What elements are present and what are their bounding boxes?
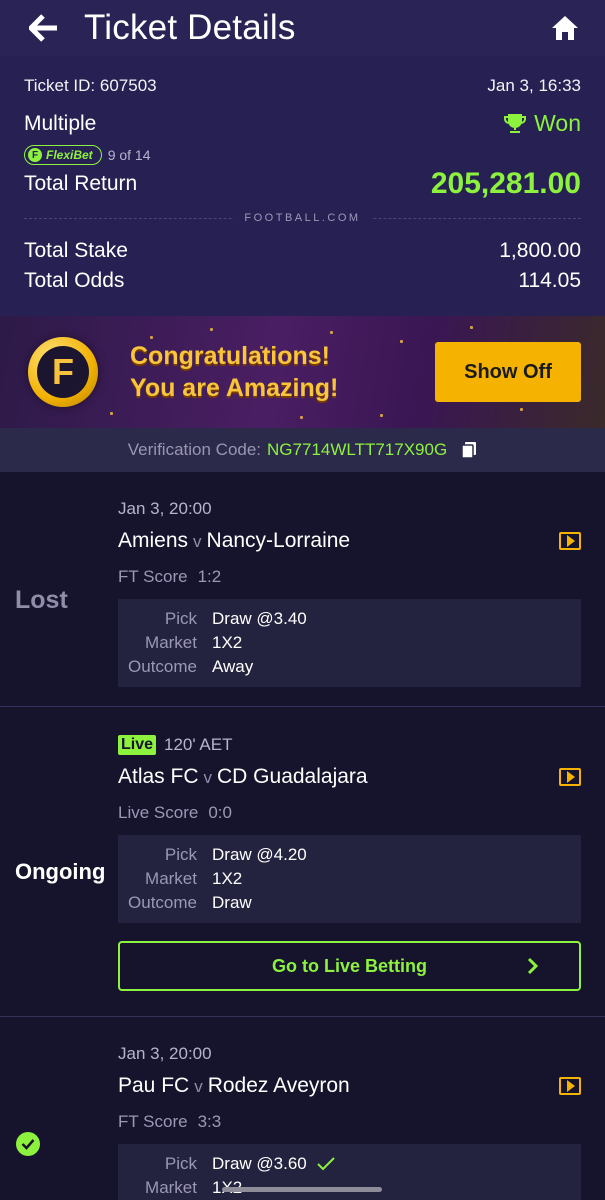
pick-value: Draw @4.20 — [212, 845, 307, 864]
event-teams[interactable]: Amiens v Nancy-Lorraine — [118, 529, 581, 553]
flexibet-icon: F — [28, 148, 42, 162]
total-return-label: Total Return — [24, 172, 138, 195]
versus: v — [194, 1077, 203, 1096]
top-bar: Ticket Details — [0, 0, 605, 56]
away-team: CD Guadalajara — [217, 765, 368, 788]
pick-value: Draw @3.60 — [212, 1154, 307, 1173]
away-team: Rodez Aveyron — [207, 1074, 350, 1097]
versus: v — [193, 532, 202, 551]
live-indicator: Live 120' AET — [118, 735, 581, 755]
flexibet-badge: F FlexiBet — [24, 145, 102, 165]
outcome-value: Draw — [212, 893, 252, 912]
verification-label: Verification Code: — [127, 440, 262, 459]
live-stream-icon[interactable] — [559, 768, 581, 786]
chevron-right-icon — [527, 957, 539, 975]
flexibet-logo-icon: F — [28, 337, 98, 407]
event-card: Jan 3, 20:00 Pau FC v Rodez Aveyron FT Sco… — [0, 1017, 605, 1200]
versus: v — [203, 768, 213, 787]
check-circle-icon — [16, 1132, 40, 1156]
outcome-value: Away — [212, 657, 254, 676]
event-status: Ongoing — [15, 859, 106, 884]
away-team: Nancy-Lorraine — [206, 529, 351, 552]
verification-row: Verification Code: NG7714WLTT717X90G — [0, 428, 605, 472]
event-score: FT Score 3:3 — [118, 1112, 581, 1132]
trophy-icon — [504, 113, 527, 133]
show-off-button[interactable]: Show Off — [435, 342, 581, 402]
watermark-text: FOOTBALL.COM — [234, 212, 371, 224]
total-stake-label: Total Stake — [24, 239, 128, 262]
total-odds-label: Total Odds — [24, 269, 125, 292]
ticket-type: Multiple — [24, 111, 97, 135]
page-title: Ticket Details — [84, 8, 296, 47]
score-label: FT Score — [118, 567, 188, 586]
live-tag: Live — [118, 735, 157, 755]
total-odds-value: 114.05 — [518, 269, 581, 292]
market-label: Market — [145, 869, 197, 888]
event-score: FT Score 1:2 — [118, 567, 581, 587]
event-card: Lost Jan 3, 20:00 Amiens v Nancy-Lorraine … — [0, 472, 605, 707]
result-label: Won — [534, 110, 581, 136]
pick-value-wrap: Draw @3.60 — [212, 1152, 335, 1176]
event-card: Ongoing Live 120' AET Atlas FC v CD Guadal… — [0, 707, 605, 1017]
live-time: 120' AET — [164, 735, 233, 754]
home-team: Pau FC — [118, 1074, 190, 1097]
verification-code: NG7714WLTT717X90G — [267, 440, 448, 459]
congrats-banner: F Congratulations! You are Amazing! Show… — [0, 316, 605, 428]
congrats-text: Congratulations! You are Amazing! — [130, 340, 435, 404]
outcome-label: Outcome — [128, 893, 197, 912]
event-date: Jan 3, 20:00 — [118, 1044, 212, 1063]
pick-value: Draw @3.40 — [212, 609, 307, 628]
watermark-divider: FOOTBALL.COM — [24, 207, 581, 229]
score-value: 0:0 — [208, 803, 232, 822]
copy-icon[interactable] — [461, 441, 477, 459]
ticket-datetime: Jan 3, 16:33 — [487, 76, 581, 95]
pick-label: Pick — [164, 609, 197, 628]
checkmark-icon — [317, 1157, 335, 1171]
event-score: Live Score 0:0 — [118, 803, 581, 823]
result-won: Won — [504, 110, 581, 137]
pick-label: Pick — [164, 845, 197, 864]
score-value: 1:2 — [197, 567, 222, 586]
flexibet-row: F FlexiBet 9 of 14 — [24, 145, 581, 165]
live-stream-icon[interactable] — [559, 532, 581, 550]
pick-label: Pick — [164, 1154, 197, 1173]
outcome-label: Outcome — [128, 657, 197, 676]
score-value: 3:3 — [197, 1112, 222, 1131]
congrats-line-1: Congratulations! — [130, 342, 330, 370]
flexibet-count: 9 of 14 — [107, 147, 151, 163]
event-date: Jan 3, 20:00 — [118, 499, 212, 518]
market-value: 1X2 — [212, 633, 243, 652]
event-teams[interactable]: Pau FC v Rodez Aveyron — [118, 1074, 581, 1098]
pick-details: Pick Draw @4.20 Market 1X2 Outcome Draw — [118, 835, 581, 923]
home-team: Amiens — [118, 529, 189, 552]
back-arrow-icon[interactable] — [26, 10, 62, 46]
home-team: Atlas FC — [118, 765, 199, 788]
home-indicator-bar[interactable] — [222, 1187, 382, 1192]
score-label: FT Score — [118, 1112, 188, 1131]
market-label: Market — [145, 633, 197, 652]
total-return-value: 205,281.00 — [430, 167, 581, 200]
ticket-summary: Ticket ID: 607503 Jan 3, 16:33 Multiple … — [0, 56, 605, 316]
congrats-line-2: You are Amazing! — [130, 374, 339, 402]
go-live-label: Go to Live Betting — [272, 955, 427, 976]
pick-details: Pick Draw @3.40 Market 1X2 Outcome Away — [118, 599, 581, 687]
total-stake-value: 1,800.00 — [499, 239, 581, 262]
score-label: Live Score — [118, 803, 199, 822]
live-stream-icon[interactable] — [559, 1077, 581, 1095]
home-icon[interactable] — [547, 10, 583, 46]
ticket-id: Ticket ID: 607503 — [24, 76, 157, 95]
event-status: Lost — [15, 586, 68, 614]
market-label: Market — [145, 1178, 197, 1197]
market-value: 1X2 — [212, 869, 243, 888]
event-teams[interactable]: Atlas FC v CD Guadalajara — [118, 765, 581, 789]
flexibet-label: FlexiBet — [46, 148, 93, 162]
go-to-live-betting-button[interactable]: Go to Live Betting — [118, 941, 581, 991]
